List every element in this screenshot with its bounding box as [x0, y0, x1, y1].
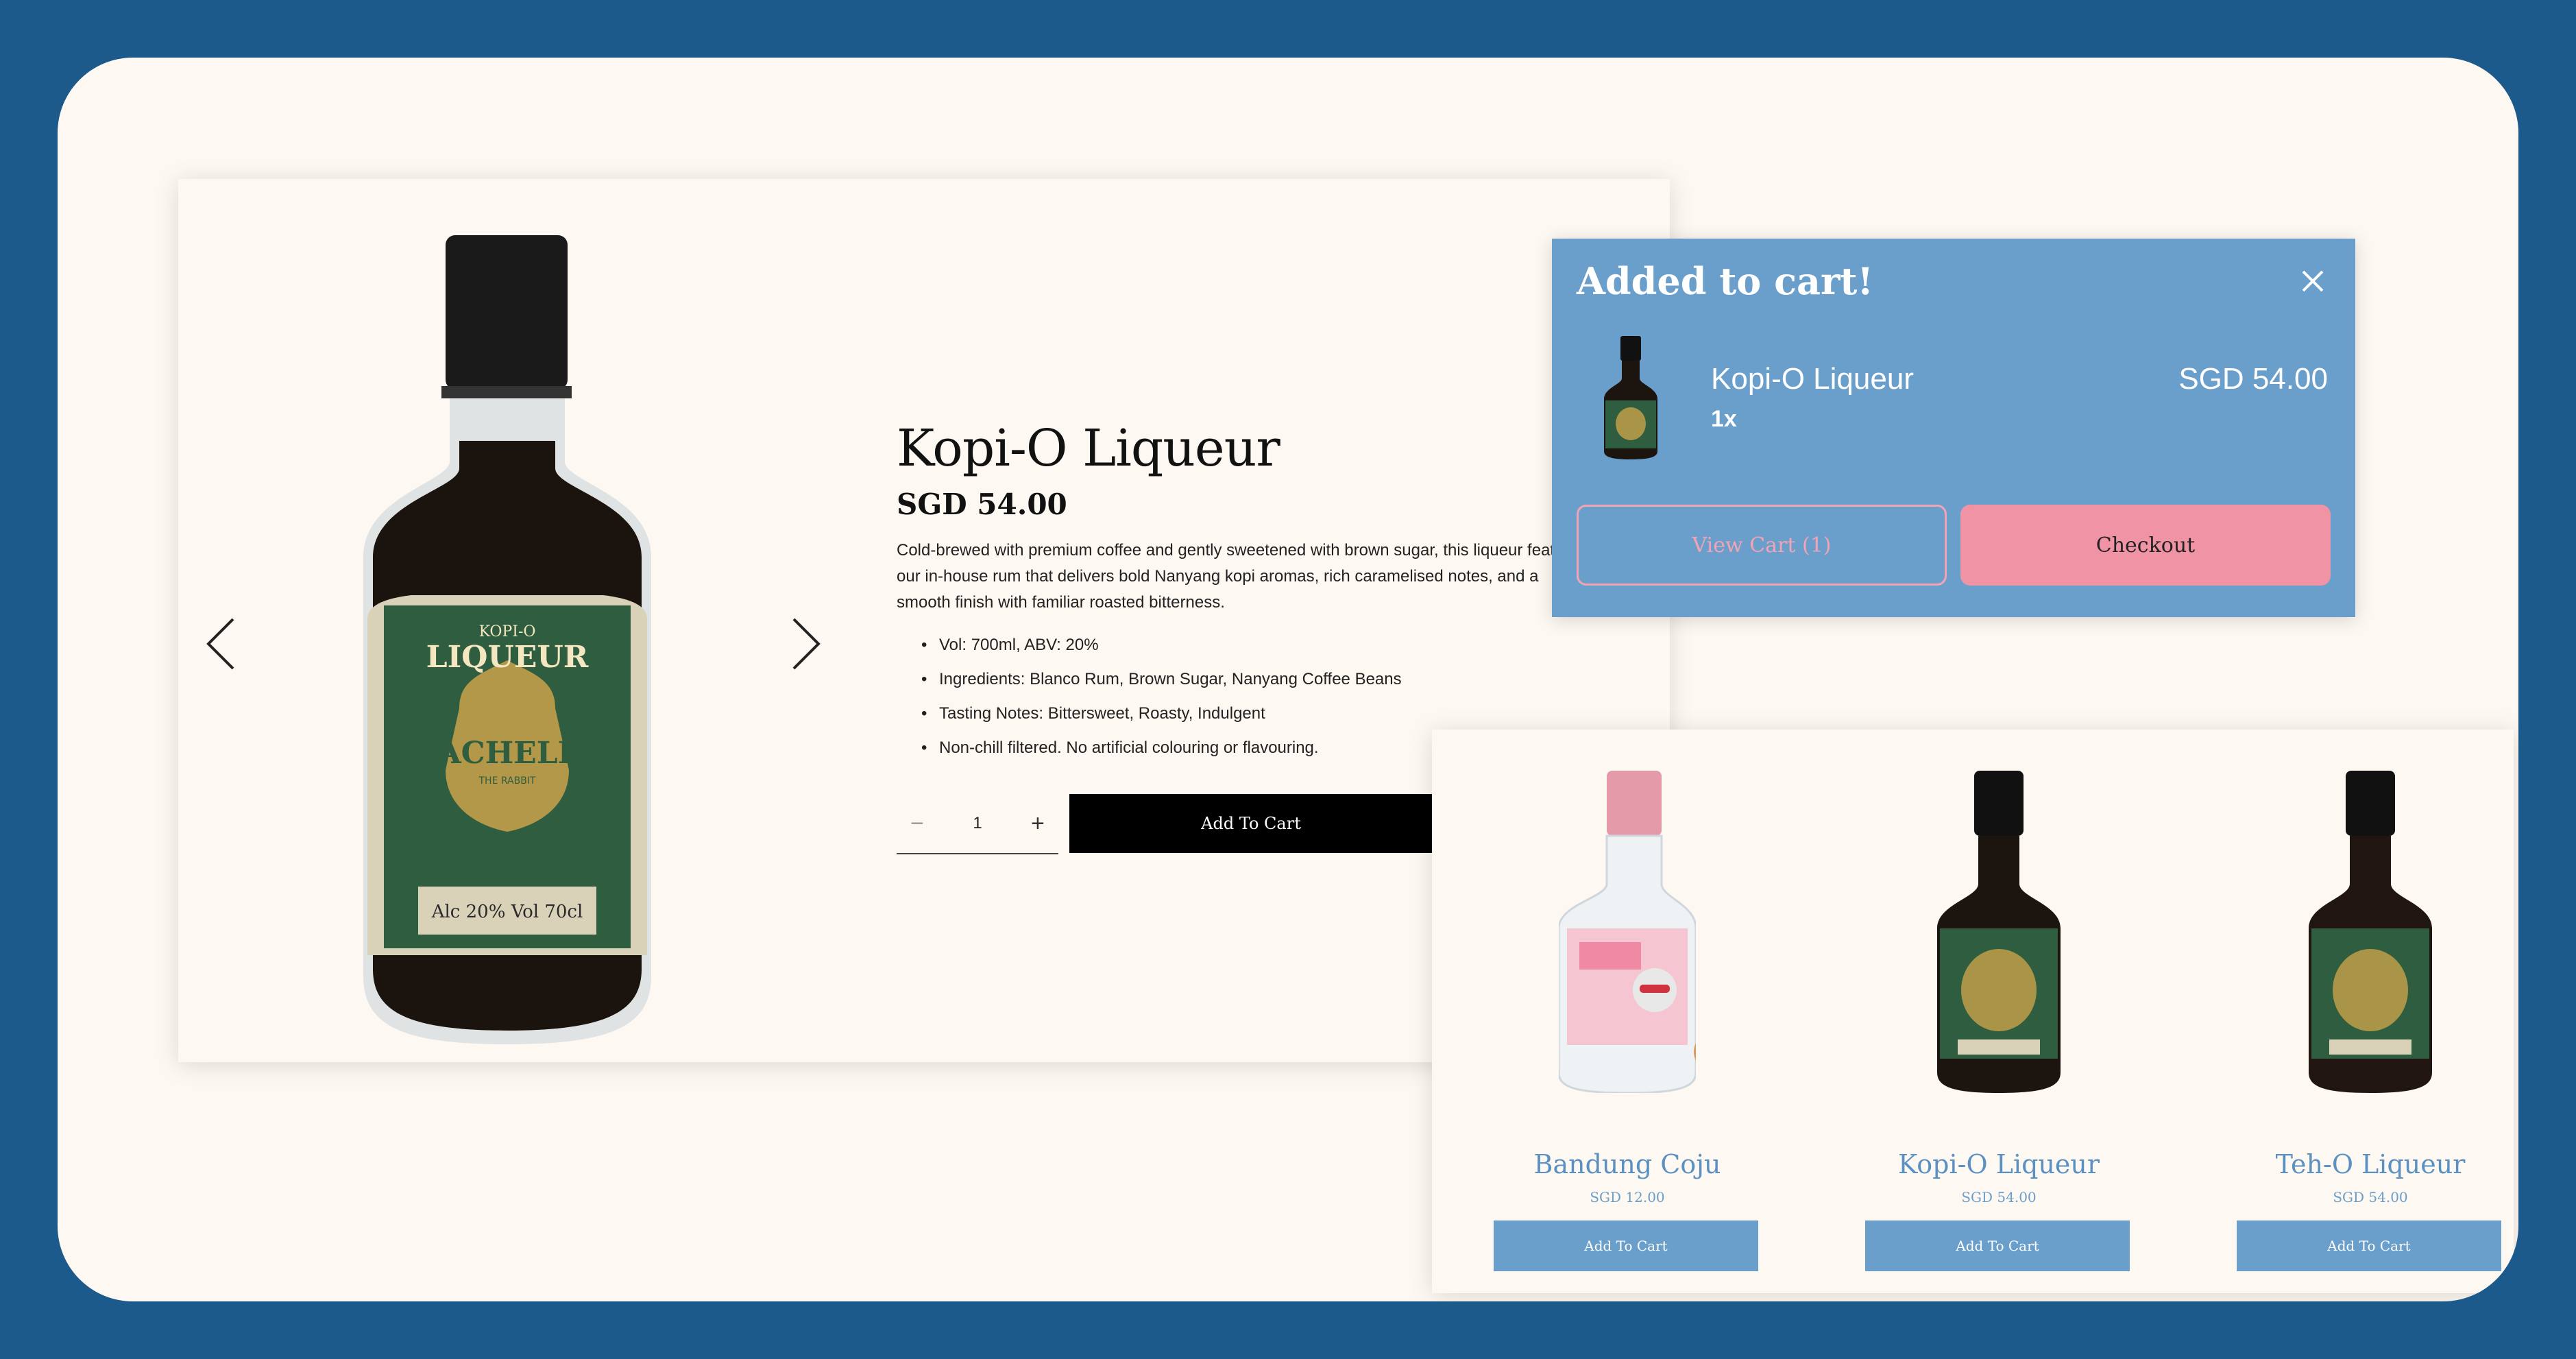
quantity-increase-button[interactable]: +: [1017, 810, 1058, 837]
checkout-button[interactable]: Checkout: [1960, 505, 2331, 586]
product-description: Cold-brewed with premium coffee and gent…: [897, 541, 1587, 612]
detail-item: Vol: 700ml, ABV: 20%: [921, 628, 1719, 662]
cart-item-name: Kopi-O Liqueur: [1711, 362, 1914, 396]
bottle-label-abv: Alc 20% Vol 70cl: [431, 902, 583, 922]
close-icon[interactable]: [2296, 265, 2329, 298]
cart-item-thumbnail: [1604, 336, 1657, 459]
related-add-to-cart-button[interactable]: Add To Cart: [2237, 1220, 2501, 1271]
cart-item-price: SGD 54.00: [2178, 362, 2328, 396]
added-to-cart-popup: Added to cart! Kopi-O Liqueur 1x SGD 54.…: [1552, 239, 2355, 617]
related-product-price: SGD 54.00: [2333, 1189, 2408, 1205]
view-cart-button[interactable]: View Cart (1): [1577, 505, 1947, 586]
related-add-to-cart-button[interactable]: Add To Cart: [1865, 1220, 2130, 1271]
product-gallery: KOPI-O LIQUEUR RACHELLE THE RABBIT Alc 2…: [178, 179, 912, 1062]
related-product-card: Teh-O Liqueur SGD 54.00 Add To Cart: [2226, 730, 2514, 1293]
detail-item: Ingredients: Blanco Rum, Brown Sugar, Na…: [921, 662, 1719, 697]
related-product-image[interactable]: [1930, 771, 2067, 1093]
gallery-prev-arrow-icon[interactable]: [197, 610, 245, 678]
related-product-name[interactable]: Teh-O Liqueur: [2226, 1149, 2514, 1179]
related-add-to-cart-button[interactable]: Add To Cart: [1494, 1220, 1758, 1271]
related-product-card: Bandung Coju SGD 12.00 Add To Cart: [1483, 730, 1771, 1293]
related-product-name[interactable]: Bandung Coju: [1483, 1149, 1771, 1179]
related-product-price: SGD 54.00: [1961, 1189, 2037, 1205]
detail-item: Tasting Notes: Bittersweet, Roasty, Indu…: [921, 697, 1719, 731]
product-bottle-image: KOPI-O LIQUEUR RACHELLE THE RABBIT Alc 2…: [363, 235, 651, 1044]
related-product-name[interactable]: Kopi-O Liqueur: [1855, 1149, 2143, 1179]
page-frame: KOPI-O LIQUEUR RACHELLE THE RABBIT Alc 2…: [58, 58, 2518, 1301]
related-products: Bandung Coju SGD 12.00 Add To Cart Kopi-…: [1432, 730, 2514, 1293]
quantity-value[interactable]: 1: [973, 814, 982, 833]
add-to-cart-button[interactable]: Add To Cart: [1069, 794, 1433, 853]
gallery-next-arrow-icon[interactable]: [781, 610, 829, 678]
bottle-label-maker: RACHELLE: [413, 736, 602, 771]
quantity-stepper: − 1 +: [897, 794, 1058, 854]
bottle-label-product: LIQUEUR: [426, 640, 589, 675]
popup-title: Added to cart!: [1577, 259, 1874, 303]
related-product-price: SGD 12.00: [1590, 1189, 1665, 1205]
quantity-decrease-button[interactable]: −: [897, 810, 938, 837]
related-product-image[interactable]: [2302, 771, 2439, 1093]
bottle-label-sub: THE RABBIT: [478, 775, 535, 786]
related-product-image[interactable]: [1559, 771, 1696, 1093]
related-product-card: Kopi-O Liqueur SGD 54.00 Add To Cart: [1855, 730, 2143, 1293]
cart-item-quantity: 1x: [1711, 406, 1737, 432]
bottle-label-brand: KOPI-O: [479, 623, 536, 640]
